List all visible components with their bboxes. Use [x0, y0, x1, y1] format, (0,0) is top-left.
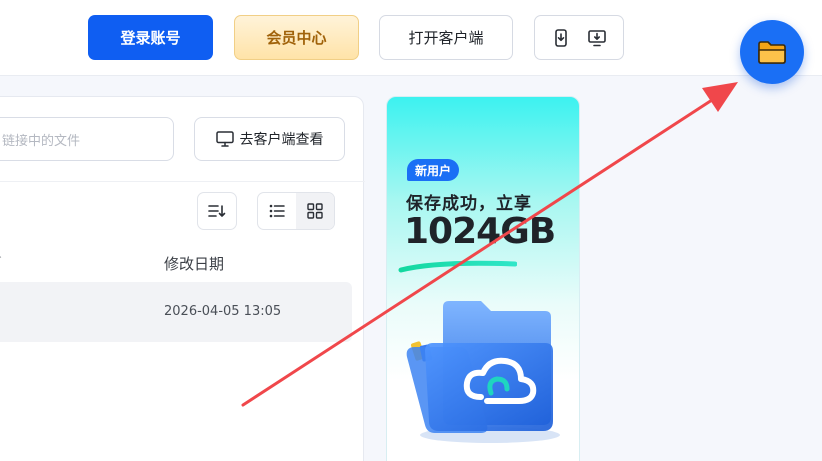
row-modified-date: 2026-04-05 13:05 — [164, 304, 282, 319]
divider — [0, 181, 365, 182]
promo-storage-amount: 1024GB — [404, 211, 556, 252]
goto-client-label: 去客户端查看 — [239, 132, 324, 148]
monitor-icon — [215, 131, 234, 147]
list-view-button[interactable] — [258, 193, 296, 229]
promo-card[interactable]: 新用户 保存成功，立享 1024GB — [386, 96, 580, 461]
folder-icon — [758, 41, 786, 64]
view-toggle — [257, 192, 335, 230]
file-panel: 链接中的文件 去客户端查看 修改日期 2026-04-05 13:05 — [0, 96, 365, 461]
table-row[interactable]: 2026-04-05 13:05 — [0, 282, 352, 342]
login-button[interactable]: 登录账号 — [88, 15, 213, 60]
name-sort-indicator[interactable]: ^ — [0, 252, 3, 268]
grid-view-button[interactable] — [296, 193, 334, 229]
column-header-date[interactable]: 修改日期 — [164, 253, 224, 274]
sort-icon — [208, 205, 226, 217]
cloud-folder-illustration — [406, 301, 560, 443]
device-download-group — [534, 15, 624, 60]
desktop-download-icon[interactable] — [587, 28, 607, 48]
open-client-button[interactable]: 打开客户端 — [379, 15, 513, 60]
promo-underline-decoration — [398, 260, 517, 273]
new-user-badge: 新用户 — [407, 159, 460, 181]
search-input[interactable]: 链接中的文件 — [0, 117, 174, 161]
sort-button[interactable] — [197, 192, 237, 230]
grid-view-icon — [307, 203, 323, 219]
vip-center-button[interactable]: 会员中心 — [234, 15, 359, 60]
top-bar: 登录账号 会员中心 打开客户端 — [0, 0, 822, 76]
goto-client-button[interactable]: 去客户端查看 — [194, 117, 345, 161]
list-view-icon — [269, 204, 285, 218]
phone-download-icon[interactable] — [551, 28, 571, 48]
floating-folder-button[interactable] — [740, 20, 804, 84]
